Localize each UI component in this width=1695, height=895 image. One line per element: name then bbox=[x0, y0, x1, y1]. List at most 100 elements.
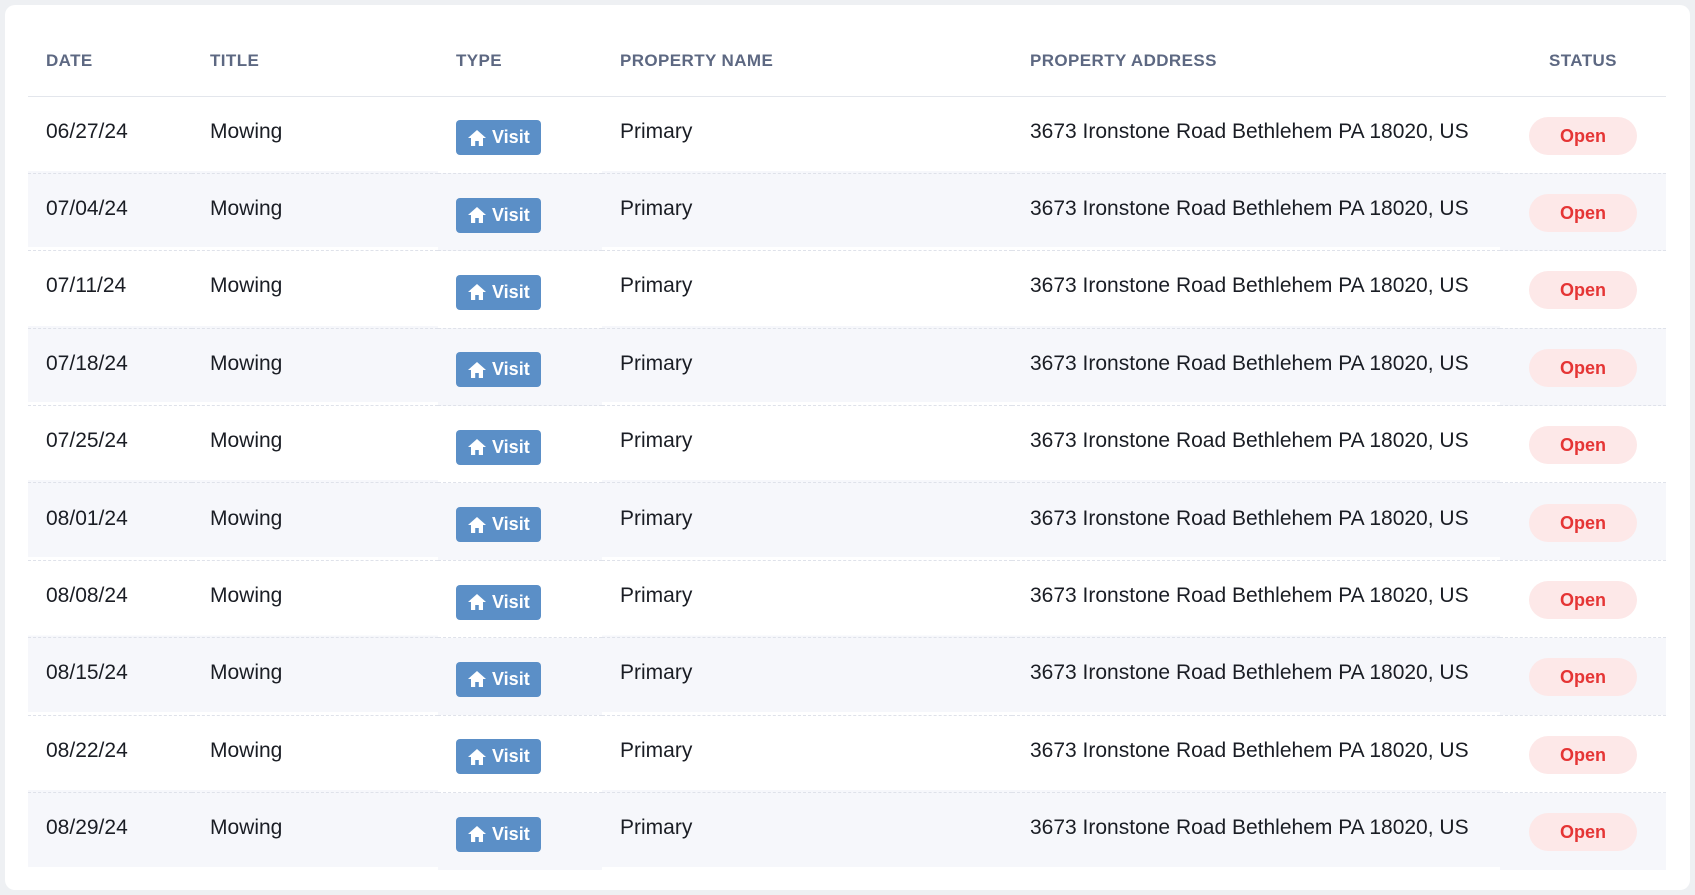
type-badge[interactable]: Visit bbox=[456, 739, 541, 775]
property-name-cell: Primary bbox=[620, 816, 693, 840]
title-cell: Mowing bbox=[210, 661, 283, 685]
date-cell: 08/22/24 bbox=[46, 738, 128, 762]
table-row[interactable]: 08/08/24 Mowing Visit Primary 3673 Irons… bbox=[28, 560, 1666, 638]
type-badge[interactable]: Visit bbox=[456, 120, 541, 156]
status-cell: Open bbox=[1500, 560, 1666, 637]
table-row[interactable]: 08/01/24 Mowing Visit Primary 3673 Irons… bbox=[28, 482, 1666, 561]
home-icon bbox=[467, 825, 487, 843]
column-header-date[interactable]: DATE bbox=[28, 27, 192, 96]
table-row[interactable]: 07/04/24 Mowing Visit Primary 3673 Irons… bbox=[28, 173, 1666, 251]
date-cell: 08/01/24 bbox=[46, 506, 128, 530]
column-header-type[interactable]: TYPE bbox=[438, 27, 602, 96]
type-badge[interactable]: Visit bbox=[456, 429, 541, 465]
title-cell: Mowing bbox=[210, 274, 283, 298]
property-name-cell: Primary bbox=[620, 584, 693, 608]
type-label: Visit bbox=[492, 127, 530, 148]
column-header-property-address[interactable]: PROPERTY ADDRESS bbox=[1012, 27, 1500, 96]
status-cell: Open bbox=[1500, 173, 1666, 250]
property-address-cell: 3673 Ironstone Road Bethlehem PA 18020, … bbox=[1030, 274, 1469, 298]
property-name-cell: Primary bbox=[620, 274, 693, 298]
status-badge: Open bbox=[1529, 735, 1637, 774]
date-cell: 07/18/24 bbox=[46, 351, 128, 375]
table-row[interactable]: 07/11/24 Mowing Visit Primary 3673 Irons… bbox=[28, 251, 1666, 329]
type-cell: Visit bbox=[438, 793, 602, 870]
status-badge: Open bbox=[1529, 426, 1637, 465]
type-label: Visit bbox=[492, 668, 530, 689]
date-cell: 07/04/24 bbox=[46, 197, 128, 221]
status-cell: Open bbox=[1500, 406, 1666, 483]
property-address-cell: 3673 Ironstone Road Bethlehem PA 18020, … bbox=[1030, 429, 1469, 453]
home-icon bbox=[467, 283, 487, 301]
property-address-cell: 3673 Ironstone Road Bethlehem PA 18020, … bbox=[1030, 351, 1469, 375]
table-row[interactable]: 08/29/24 Mowing Visit Primary 3673 Irons… bbox=[28, 792, 1666, 870]
type-badge[interactable]: Visit bbox=[456, 584, 541, 620]
status-cell: Open bbox=[1500, 96, 1666, 173]
property-address-cell: 3673 Ironstone Road Bethlehem PA 18020, … bbox=[1030, 584, 1469, 608]
type-cell: Visit bbox=[438, 96, 602, 173]
status-cell: Open bbox=[1500, 328, 1666, 405]
property-address-cell: 3673 Ironstone Road Bethlehem PA 18020, … bbox=[1030, 197, 1469, 221]
property-address-cell: 3673 Ironstone Road Bethlehem PA 18020, … bbox=[1030, 738, 1469, 762]
status-badge: Open bbox=[1529, 503, 1637, 542]
table-row[interactable]: 06/27/24 Mowing Visit Primary 3673 Irons… bbox=[28, 96, 1666, 174]
type-cell: Visit bbox=[438, 173, 602, 250]
home-icon bbox=[467, 129, 487, 147]
date-cell: 07/11/24 bbox=[46, 274, 127, 298]
property-name-cell: Primary bbox=[620, 506, 693, 530]
status-badge: Open bbox=[1529, 194, 1637, 233]
type-label: Visit bbox=[492, 591, 530, 612]
status-badge: Open bbox=[1529, 116, 1637, 155]
date-cell: 07/25/24 bbox=[46, 429, 128, 453]
status-badge: Open bbox=[1529, 581, 1637, 620]
visits-card: DATE TITLE TYPE PROPERTY NAME PROPERTY A… bbox=[5, 5, 1690, 890]
status-badge: Open bbox=[1529, 348, 1637, 387]
home-icon bbox=[467, 361, 487, 379]
type-label: Visit bbox=[492, 204, 530, 225]
home-icon bbox=[467, 593, 487, 611]
property-address-cell: 3673 Ironstone Road Bethlehem PA 18020, … bbox=[1030, 816, 1469, 840]
type-label: Visit bbox=[492, 436, 530, 457]
type-label: Visit bbox=[492, 823, 530, 844]
property-address-cell: 3673 Ironstone Road Bethlehem PA 18020, … bbox=[1030, 506, 1469, 530]
type-badge[interactable]: Visit bbox=[456, 507, 541, 543]
type-label: Visit bbox=[492, 359, 530, 380]
status-cell: Open bbox=[1500, 793, 1666, 870]
property-name-cell: Primary bbox=[620, 738, 693, 762]
status-badge: Open bbox=[1529, 813, 1637, 852]
title-cell: Mowing bbox=[210, 506, 283, 530]
title-cell: Mowing bbox=[210, 197, 283, 221]
title-cell: Mowing bbox=[210, 429, 283, 453]
home-icon bbox=[467, 516, 487, 534]
type-cell: Visit bbox=[438, 715, 602, 792]
type-cell: Visit bbox=[438, 251, 602, 328]
table-header: DATE TITLE TYPE PROPERTY NAME PROPERTY A… bbox=[28, 27, 1666, 96]
property-name-cell: Primary bbox=[620, 351, 693, 375]
title-cell: Mowing bbox=[210, 351, 283, 375]
column-header-title[interactable]: TITLE bbox=[192, 27, 438, 96]
type-cell: Visit bbox=[438, 483, 602, 560]
column-header-property-name[interactable]: PROPERTY NAME bbox=[602, 27, 1012, 96]
table-row[interactable]: 07/25/24 Mowing Visit Primary 3673 Irons… bbox=[28, 406, 1666, 483]
visits-table: DATE TITLE TYPE PROPERTY NAME PROPERTY A… bbox=[28, 27, 1666, 870]
title-cell: Mowing bbox=[210, 584, 283, 608]
type-badge[interactable]: Visit bbox=[456, 661, 541, 697]
type-badge[interactable]: Visit bbox=[456, 816, 541, 852]
property-name-cell: Primary bbox=[620, 429, 693, 453]
type-badge[interactable]: Visit bbox=[456, 197, 541, 233]
date-cell: 08/29/24 bbox=[46, 816, 128, 840]
home-icon bbox=[467, 206, 487, 224]
table-row[interactable]: 07/18/24 Mowing Visit Primary 3673 Irons… bbox=[28, 328, 1666, 406]
property-name-cell: Primary bbox=[620, 119, 693, 143]
type-badge[interactable]: Visit bbox=[456, 274, 541, 310]
table-row[interactable]: 08/22/24 Mowing Visit Primary 3673 Irons… bbox=[28, 715, 1666, 793]
type-cell: Visit bbox=[438, 328, 602, 405]
title-cell: Mowing bbox=[210, 738, 283, 762]
property-address-cell: 3673 Ironstone Road Bethlehem PA 18020, … bbox=[1030, 661, 1469, 685]
status-cell: Open bbox=[1500, 483, 1666, 560]
type-badge[interactable]: Visit bbox=[456, 352, 541, 388]
type-cell: Visit bbox=[438, 406, 602, 483]
table-row[interactable]: 08/15/24 Mowing Visit Primary 3673 Irons… bbox=[28, 637, 1666, 716]
status-cell: Open bbox=[1500, 638, 1666, 715]
column-header-status[interactable]: STATUS bbox=[1500, 27, 1666, 96]
table-body: 06/27/24 Mowing Visit Primary 3673 Irons… bbox=[28, 96, 1666, 870]
